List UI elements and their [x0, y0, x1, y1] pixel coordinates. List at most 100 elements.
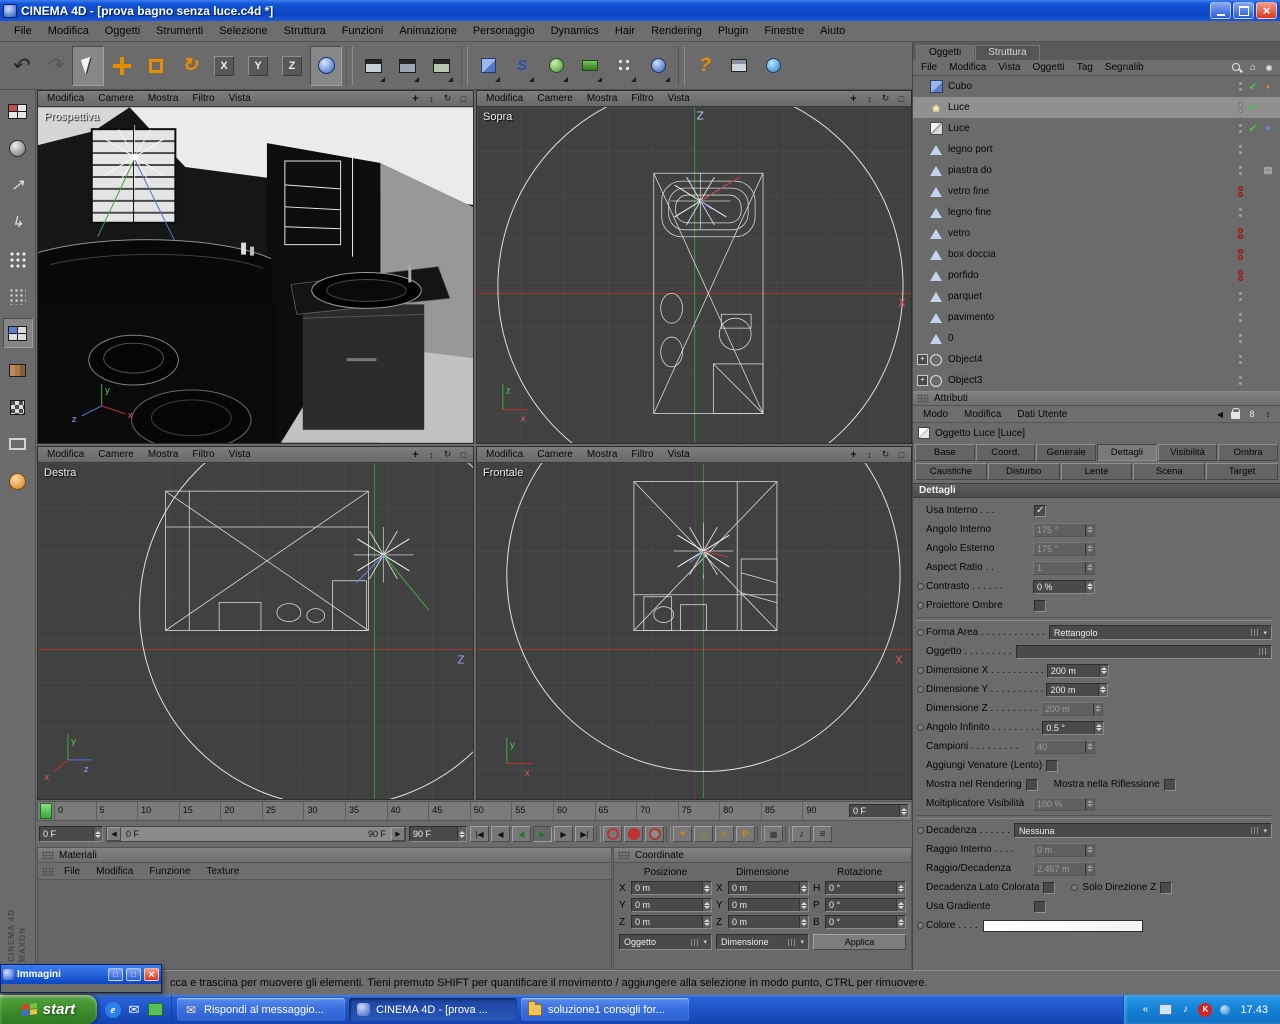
transport-button[interactable] [470, 826, 489, 842]
menu-item[interactable]: Modifica [40, 22, 97, 40]
spinner-arrows[interactable] [702, 899, 711, 911]
object-manager-tab[interactable]: Oggetti [916, 45, 975, 60]
menu-item[interactable]: Funzioni [334, 22, 392, 40]
viewport-canvas[interactable]: X y x Frontale [477, 463, 911, 799]
menu-item[interactable]: Strumenti [148, 22, 211, 40]
transport-button[interactable] [673, 826, 692, 842]
task-button[interactable]: CINEMA 4D - [prova ... [349, 998, 517, 1021]
grip-icon[interactable] [917, 394, 929, 403]
animation-dot-icon[interactable] [917, 922, 926, 929]
attributes-header-icon[interactable] [1230, 408, 1242, 420]
toolbar-button[interactable] [346, 45, 353, 86]
toolbar-button[interactable] [4, 46, 36, 86]
visibility-dots[interactable] [1234, 270, 1246, 281]
toolbar-button[interactable] [38, 46, 70, 86]
sidebar-tool-button[interactable] [2, 318, 33, 348]
sidebar-tool-button[interactable] [3, 392, 33, 422]
attribute-tab[interactable]: Coord. [975, 444, 1036, 461]
sidebar-tool-button[interactable] [3, 355, 33, 385]
spinner-arrows[interactable] [1085, 843, 1094, 856]
range-left-arrow[interactable]: ◀ [107, 827, 121, 841]
viewport-menu-item[interactable]: Vista [661, 93, 697, 104]
toolbar-button[interactable] [472, 46, 504, 86]
transport-button[interactable] [596, 826, 601, 842]
viewport-control-icon[interactable] [878, 448, 893, 461]
expand-toggle-icon[interactable] [917, 354, 928, 365]
sidebar-tool-button[interactable] [3, 466, 33, 496]
toolbar-button[interactable] [540, 46, 572, 86]
attribute-tab[interactable]: Lente [1060, 463, 1133, 480]
parameter-checkbox[interactable] [1034, 599, 1046, 612]
viewport-control-icon[interactable] [456, 448, 471, 461]
viewport-menu-item[interactable]: Modifica [479, 449, 530, 460]
toolbar-button[interactable] [642, 46, 674, 86]
spinner-arrows[interactable] [1085, 561, 1094, 574]
visibility-dots[interactable] [1234, 165, 1246, 176]
menu-item[interactable]: Hair [607, 22, 643, 40]
parameter-dropdown[interactable]: Nessuna ▾ [1013, 823, 1272, 838]
visibility-dots[interactable] [1234, 186, 1246, 197]
visibility-dots[interactable] [1234, 81, 1246, 92]
end-frame-field[interactable]: 90 F [409, 826, 467, 842]
quick-launch-icon[interactable] [147, 1002, 163, 1018]
object-tag-icon[interactable] [1260, 81, 1276, 92]
toolbar-button[interactable]: X [208, 46, 240, 86]
transport-button[interactable] [666, 826, 671, 842]
attributes-titlebar[interactable]: Attributi [913, 391, 1280, 406]
toolbar-button[interactable] [72, 45, 104, 86]
enable-check-icon[interactable] [1246, 80, 1260, 93]
spinner-arrows[interactable] [899, 805, 908, 817]
toolbar-button[interactable] [506, 46, 538, 86]
menu-item[interactable]: Plugin [710, 22, 757, 40]
animation-dot-icon[interactable] [917, 602, 926, 609]
parameter-field[interactable]: 100 % [1033, 796, 1095, 811]
toolbar-button[interactable] [357, 46, 389, 86]
toolbar-button[interactable] [425, 46, 457, 86]
sidebar-tool-button[interactable] [3, 281, 33, 311]
viewport-menu-item[interactable]: Camere [530, 449, 580, 460]
parameter-field[interactable]: 0.5 ° [1042, 720, 1105, 735]
toolbar-button[interactable] [574, 46, 606, 86]
transport-button[interactable] [764, 826, 783, 842]
object-row[interactable]: Object3 [913, 370, 1280, 391]
parameter-field[interactable]: 1 [1033, 560, 1095, 575]
viewport-control-icon[interactable] [894, 448, 909, 461]
transport-button[interactable] [491, 826, 510, 842]
object-row[interactable]: 0 [913, 328, 1280, 349]
tray-icon[interactable] [1178, 1003, 1192, 1017]
menu-item[interactable]: Struttura [276, 22, 334, 40]
attributes-menu-item[interactable]: Dati Utente [1009, 409, 1075, 420]
menu-item[interactable]: Selezione [211, 22, 275, 40]
toolbar-button[interactable]: Y [242, 46, 274, 86]
attribute-tab[interactable]: Caustiche [915, 463, 987, 480]
front-view[interactable]: X y x [477, 463, 911, 799]
animation-dot-icon[interactable] [917, 629, 926, 636]
visibility-dots[interactable] [1234, 144, 1246, 155]
viewport-canvas[interactable]: y x z Prospettiva [38, 107, 473, 443]
transport-button[interactable] [792, 826, 811, 842]
transport-button[interactable] [533, 826, 552, 842]
materials-menu-item[interactable]: Modifica [88, 866, 141, 877]
viewport-menu-item[interactable]: Vista [661, 449, 697, 460]
object-row[interactable]: porfido [913, 265, 1280, 286]
menu-item[interactable]: Dynamics [543, 22, 607, 40]
visibility-dots[interactable] [1234, 123, 1246, 134]
toolbar-button[interactable] [608, 46, 640, 86]
attributes-menu-item[interactable]: Modifica [956, 409, 1009, 420]
transport-button[interactable] [512, 826, 531, 842]
quick-launch-icon[interactable] [105, 1001, 121, 1018]
visibility-dots[interactable] [1234, 249, 1246, 260]
object-row[interactable]: Luce [913, 118, 1280, 139]
current-frame-marker[interactable] [40, 803, 52, 819]
spinner-arrows[interactable] [702, 882, 711, 894]
parameter-field[interactable]: 175 ° [1033, 522, 1095, 537]
viewport-menu-item[interactable]: Mostra [580, 93, 625, 104]
spinner-arrows[interactable] [702, 916, 711, 928]
enable-check-icon[interactable] [1246, 122, 1260, 135]
parameter-field[interactable]: 2.467 m [1033, 861, 1095, 876]
object-row[interactable]: Cubo [913, 76, 1280, 97]
viewport-menu-item[interactable]: Modifica [40, 449, 91, 460]
size-z-field[interactable]: 0 m [728, 915, 809, 929]
parameter-field[interactable]: 0 % [1033, 579, 1095, 594]
object-tag-icon[interactable] [1260, 165, 1276, 176]
